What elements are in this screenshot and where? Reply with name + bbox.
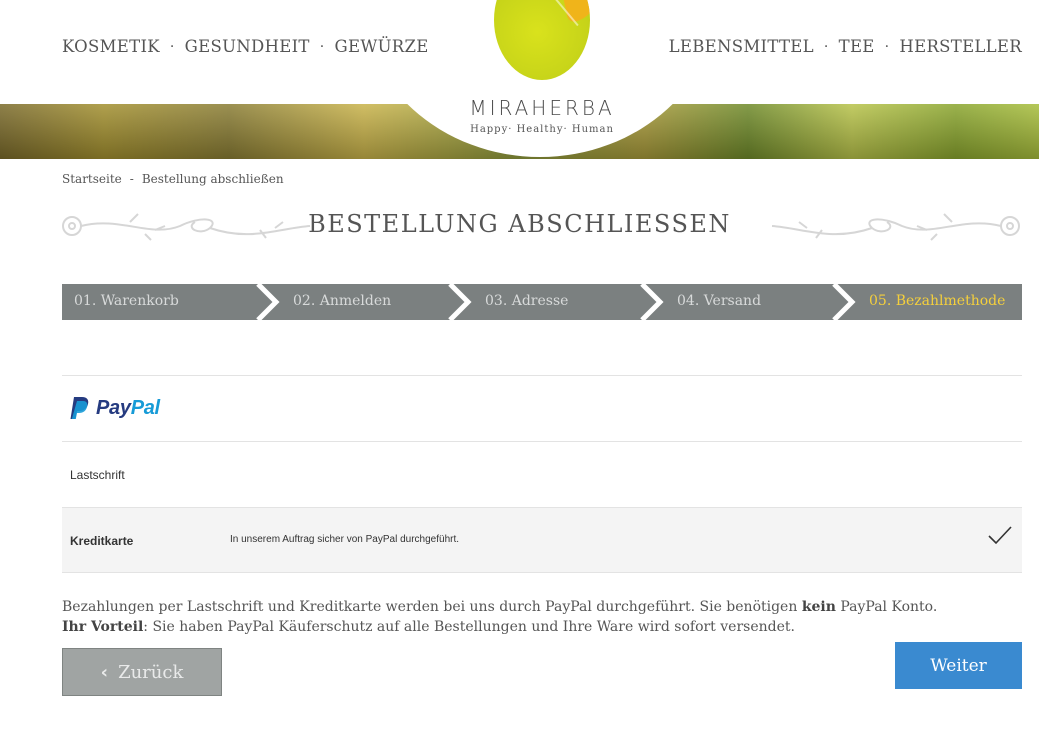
step-chevron-icon [448,284,472,320]
brand-name[interactable]: MIRAHERBA [440,96,644,120]
checkmark-icon [988,526,1012,545]
step-chevron-icon [640,284,664,320]
nav-item-kosmetik[interactable]: KOSMETIK [62,37,160,56]
step-bezahlmethode[interactable]: 05. Bezahlmethode [869,284,1005,320]
step-chevron-icon [256,284,280,320]
payment-label-lastschrift: Lastschrift [70,468,125,482]
paypal-p-icon [70,397,89,419]
site-header: MIRAHERBA Happy· Healthy· Human KOSMETIK… [0,0,1039,160]
paypal-logo-text-pal: Pal [130,396,160,419]
paypal-logo-text-pay: Pay [96,396,131,419]
nav-separator: · [319,38,325,55]
nav-item-tee[interactable]: TEE [839,37,875,56]
nav-item-hersteller[interactable]: HERSTELLER [899,37,1022,56]
payment-option-lastschrift[interactable]: Lastschrift [62,441,1022,507]
step-adresse[interactable]: 03. Adresse [485,284,568,320]
main-nav-left: KOSMETIK · GESUNDHEIT · GEWÜRZE [62,37,429,56]
breadcrumb-separator: - [129,172,134,186]
payment-description-kreditkarte: In unserem Auftrag sicher von PayPal dur… [230,534,460,545]
step-chevron-icon [832,284,856,320]
nav-item-lebensmittel[interactable]: LEBENSMITTEL [669,37,814,56]
breadcrumb: Startseite - Bestellung abschließen [62,172,284,186]
nav-separator: · [823,38,829,55]
nav-separator: · [169,38,175,55]
back-button-label: Zurück [118,661,184,683]
back-button[interactable]: ‹ Zurück [62,648,222,696]
payment-option-kreditkarte[interactable]: Kreditkarte In unserem Auftrag sicher vo… [62,507,1022,573]
breadcrumb-current: Bestellung abschließen [141,172,284,186]
payment-label-kreditkarte: Kreditkarte [70,534,134,548]
ornament-right-icon [771,213,1020,241]
nav-item-gewuerze[interactable]: GEWÜRZE [335,37,429,56]
step-versand[interactable]: 04. Versand [677,284,761,320]
paypal-logo: PayPal [70,396,160,420]
payment-info-line-1: Bezahlungen per Lastschrift und Kreditka… [62,599,938,615]
nav-separator: · [884,38,890,55]
breadcrumb-home-link[interactable]: Startseite [62,172,122,186]
chevron-left-icon: ‹ [100,661,109,683]
nav-item-gesundheit[interactable]: GESUNDHEIT [185,37,310,56]
next-button[interactable]: Weiter [895,642,1022,689]
brand-tagline: Happy· Healthy· Human [470,124,614,135]
payment-info-text: Bezahlungen per Lastschrift und Kreditka… [62,597,937,637]
step-anmelden[interactable]: 02. Anmelden [293,284,391,320]
checkout-steps: 01. Warenkorb 02. Anmelden 03. Adresse 0… [62,284,1022,320]
payment-method-list: PayPal Lastschrift Kreditkarte In unsere… [62,375,1022,573]
payment-option-paypal[interactable]: PayPal [62,375,1022,441]
payment-info-line-2: Ihr Vorteil: Sie haben PayPal Käuferschu… [62,619,795,635]
step-warenkorb[interactable]: 01. Warenkorb [74,284,179,320]
main-nav-right: LEBENSMITTEL · TEE · HERSTELLER [669,37,1022,56]
